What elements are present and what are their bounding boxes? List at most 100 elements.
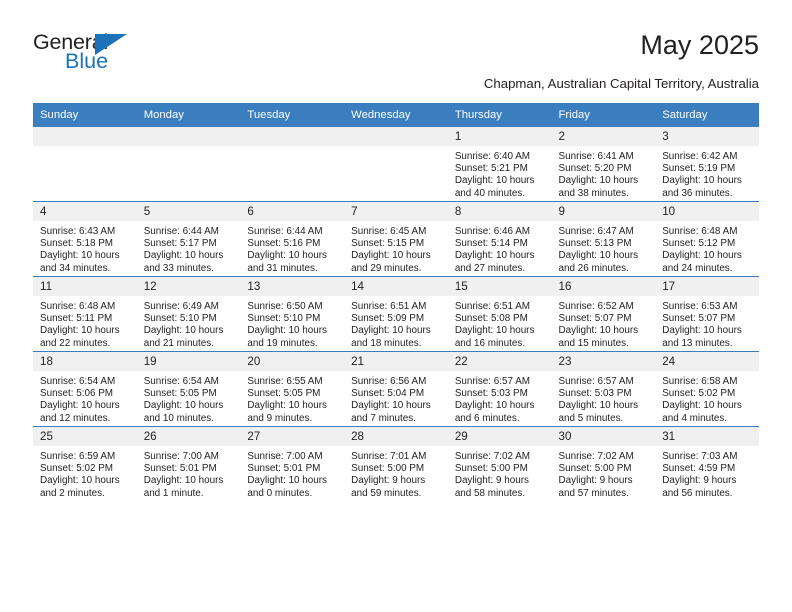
calendar-day-cell[interactable]: 14 Sunrise: 6:51 AM Sunset: 5:09 PM Dayligh… xyxy=(344,276,448,352)
calendar-day-cell[interactable]: 28 Sunrise: 7:01 AM Sunset: 5:00 PM Dayligh… xyxy=(344,426,448,501)
sunset-time: Sunset: 5:10 PM xyxy=(143,313,217,325)
day-details: Sunrise: 6:43 AM Sunset: 5:18 PM Daylight:… xyxy=(33,221,137,275)
sunrise-time: Sunrise: 6:45 AM xyxy=(351,226,427,237)
sunrise-time: Sunrise: 6:44 AM xyxy=(247,226,323,237)
sunset-time: Sunset: 5:13 PM xyxy=(558,238,632,250)
calendar-day-cell[interactable]: 19 Sunrise: 6:54 AM Sunset: 5:05 PM Dayligh… xyxy=(136,351,241,427)
sunrise-time: Sunrise: 6:46 AM xyxy=(454,226,531,237)
sunrise-time: Sunrise: 6:54 AM xyxy=(40,376,116,387)
day-number: 13 xyxy=(240,277,345,296)
daylight-duration-line2: and 6 minutes. xyxy=(454,412,520,424)
calendar-day-cell[interactable]: 17 Sunrise: 6:53 AM Sunset: 5:07 PM Dayligh… xyxy=(655,276,759,352)
day-details: Sunrise: 7:00 AM Sunset: 5:01 PM Daylight:… xyxy=(240,446,344,500)
daylight-duration-line1: Daylight: 10 hours xyxy=(40,475,120,487)
daylight-duration-line2: and 9 minutes. xyxy=(247,412,313,424)
calendar-header-row: Sunday Monday Tuesday Wednesday Thursday… xyxy=(33,103,759,127)
daylight-duration-line2: and 31 minutes. xyxy=(247,262,318,274)
calendar-day-cell[interactable]: 25 Sunrise: 6:59 AM Sunset: 5:02 PM Dayligh… xyxy=(33,426,137,501)
daylight-duration-line2: and 36 minutes. xyxy=(662,187,733,199)
day-number: 7 xyxy=(344,202,448,221)
calendar-day-cell[interactable]: 8 Sunrise: 6:46 AM Sunset: 5:14 PM Daylight… xyxy=(447,201,552,277)
sunset-time: Sunset: 5:01 PM xyxy=(143,463,217,475)
day-details: Sunrise: 7:03 AM Sunset: 4:59 PM Daylight:… xyxy=(655,446,759,500)
daylight-duration-line2: and 18 minutes. xyxy=(351,337,422,349)
calendar-day-cell[interactable]: 18 Sunrise: 6:54 AM Sunset: 5:06 PM Dayligh… xyxy=(33,351,137,427)
daylight-duration-line2: and 7 minutes. xyxy=(351,412,416,424)
daylight-duration-line1: Daylight: 10 hours xyxy=(454,175,535,187)
day-number: 5 xyxy=(136,202,241,221)
daylight-duration-line1: Daylight: 10 hours xyxy=(558,250,639,262)
daylight-duration-line1: Daylight: 10 hours xyxy=(454,250,535,262)
calendar-day-cell[interactable]: 27 Sunrise: 7:00 AM Sunset: 5:01 PM Dayligh… xyxy=(240,426,345,501)
daylight-duration-line1: Daylight: 9 hours xyxy=(454,475,529,487)
day-details: Sunrise: 6:54 AM Sunset: 5:06 PM Daylight:… xyxy=(33,371,137,425)
sunrise-time: Sunrise: 6:53 AM xyxy=(662,301,738,312)
calendar-day-cell[interactable]: 24 Sunrise: 6:58 AM Sunset: 5:02 PM Dayligh… xyxy=(655,351,759,427)
calendar-day-cell[interactable]: 15 Sunrise: 6:51 AM Sunset: 5:08 PM Dayligh… xyxy=(447,276,552,352)
daylight-duration-line2: and 21 minutes. xyxy=(143,337,214,349)
calendar-day-cell-empty xyxy=(344,127,448,202)
calendar-day-cell[interactable]: 22 Sunrise: 6:57 AM Sunset: 5:03 PM Dayligh… xyxy=(447,351,552,427)
calendar-day-cell[interactable]: 13 Sunrise: 6:50 AM Sunset: 5:10 PM Dayligh… xyxy=(240,276,345,352)
calendar-day-cell[interactable]: 6 Sunrise: 6:44 AM Sunset: 5:16 PM Daylight… xyxy=(240,201,345,277)
sunrise-time: Sunrise: 7:02 AM xyxy=(454,451,531,462)
calendar-day-cell[interactable]: 10 Sunrise: 6:48 AM Sunset: 5:12 PM Dayligh… xyxy=(655,201,759,277)
calendar-week-row: 4 Sunrise: 6:43 AM Sunset: 5:18 PM Daylight… xyxy=(33,201,759,277)
sunset-time: Sunset: 5:15 PM xyxy=(351,238,425,250)
day-number: 9 xyxy=(551,202,656,221)
sunrise-time: Sunrise: 6:59 AM xyxy=(40,451,116,462)
calendar-day-cell[interactable]: 20 Sunrise: 6:55 AM Sunset: 5:05 PM Dayligh… xyxy=(240,351,345,427)
day-number: 23 xyxy=(551,352,656,371)
calendar-day-cell[interactable]: 11 Sunrise: 6:48 AM Sunset: 5:11 PM Dayligh… xyxy=(33,276,137,352)
day-number: 2 xyxy=(551,127,656,146)
calendar-day-cell[interactable]: 23 Sunrise: 6:57 AM Sunset: 5:03 PM Dayligh… xyxy=(551,351,656,427)
sunset-time: Sunset: 5:03 PM xyxy=(454,388,528,400)
calendar-day-cell[interactable]: 16 Sunrise: 6:52 AM Sunset: 5:07 PM Dayligh… xyxy=(551,276,656,352)
daylight-duration-line2: and 24 minutes. xyxy=(662,262,733,274)
day-details: Sunrise: 6:56 AM Sunset: 5:04 PM Daylight:… xyxy=(344,371,448,425)
daylight-duration-line2: and 15 minutes. xyxy=(558,337,629,349)
daylight-duration-line1: Daylight: 10 hours xyxy=(247,475,327,487)
calendar-day-cell[interactable]: 5 Sunrise: 6:44 AM Sunset: 5:17 PM Daylight… xyxy=(136,201,241,277)
sunrise-time: Sunrise: 6:43 AM xyxy=(40,226,116,237)
calendar-day-cell[interactable]: 1 Sunrise: 6:40 AM Sunset: 5:21 PM Daylight… xyxy=(447,127,552,202)
daylight-duration-line1: Daylight: 10 hours xyxy=(143,250,224,262)
calendar-day-cell[interactable]: 2 Sunrise: 6:41 AM Sunset: 5:20 PM Daylight… xyxy=(551,127,656,202)
day-details: Sunrise: 6:48 AM Sunset: 5:12 PM Daylight:… xyxy=(655,221,759,275)
calendar-page: General Blue May 2025 Chapman, Australia… xyxy=(0,0,792,612)
daylight-duration-line2: and 34 minutes. xyxy=(40,262,111,274)
calendar-day-cell[interactable]: 7 Sunrise: 6:45 AM Sunset: 5:15 PM Daylight… xyxy=(344,201,448,277)
daylight-duration-line2: and 4 minutes. xyxy=(662,412,727,424)
sunset-time: Sunset: 5:21 PM xyxy=(454,163,528,175)
calendar-week-row: 11 Sunrise: 6:48 AM Sunset: 5:11 PM Dayligh… xyxy=(33,276,759,352)
sunset-time: Sunset: 5:19 PM xyxy=(662,163,736,175)
daylight-duration-line1: Daylight: 10 hours xyxy=(247,400,327,412)
sunset-time: Sunset: 5:02 PM xyxy=(662,388,736,400)
daylight-duration-line2: and 22 minutes. xyxy=(40,337,111,349)
calendar-day-cell[interactable]: 3 Sunrise: 6:42 AM Sunset: 5:19 PM Daylight… xyxy=(655,127,759,202)
sunrise-time: Sunrise: 6:54 AM xyxy=(143,376,219,387)
calendar-day-cell[interactable]: 29 Sunrise: 7:02 AM Sunset: 5:00 PM Dayligh… xyxy=(447,426,552,501)
calendar-day-cell[interactable]: 9 Sunrise: 6:47 AM Sunset: 5:13 PM Daylight… xyxy=(551,201,656,277)
day-details: Sunrise: 6:51 AM Sunset: 5:09 PM Daylight:… xyxy=(344,296,448,350)
day-number xyxy=(240,127,345,146)
calendar-day-cell[interactable]: 4 Sunrise: 6:43 AM Sunset: 5:18 PM Daylight… xyxy=(33,201,137,277)
day-details: Sunrise: 6:53 AM Sunset: 5:07 PM Daylight:… xyxy=(655,296,759,350)
daylight-duration-line2: and 0 minutes. xyxy=(247,487,313,499)
day-details xyxy=(33,146,137,151)
daylight-duration-line1: Daylight: 10 hours xyxy=(662,250,742,262)
daylight-duration-line2: and 19 minutes. xyxy=(247,337,318,349)
calendar-day-cell[interactable]: 31 Sunrise: 7:03 AM Sunset: 4:59 PM Dayligh… xyxy=(655,426,759,501)
calendar-day-cell-empty xyxy=(240,127,345,202)
sunrise-time: Sunrise: 6:42 AM xyxy=(662,151,738,162)
daylight-duration-line2: and 13 minutes. xyxy=(662,337,733,349)
calendar-day-cell[interactable]: 12 Sunrise: 6:49 AM Sunset: 5:10 PM Dayligh… xyxy=(136,276,241,352)
calendar-day-cell[interactable]: 26 Sunrise: 7:00 AM Sunset: 5:01 PM Dayligh… xyxy=(136,426,241,501)
day-number: 3 xyxy=(655,127,759,146)
general-blue-logo: General Blue xyxy=(33,31,163,82)
calendar-day-cell[interactable]: 30 Sunrise: 7:02 AM Sunset: 5:00 PM Dayligh… xyxy=(551,426,656,501)
calendar-day-cell[interactable]: 21 Sunrise: 6:56 AM Sunset: 5:04 PM Dayligh… xyxy=(344,351,448,427)
daylight-duration-line1: Daylight: 10 hours xyxy=(662,325,742,337)
daylight-duration-line2: and 59 minutes. xyxy=(351,487,422,499)
sunrise-time: Sunrise: 6:47 AM xyxy=(558,226,634,237)
